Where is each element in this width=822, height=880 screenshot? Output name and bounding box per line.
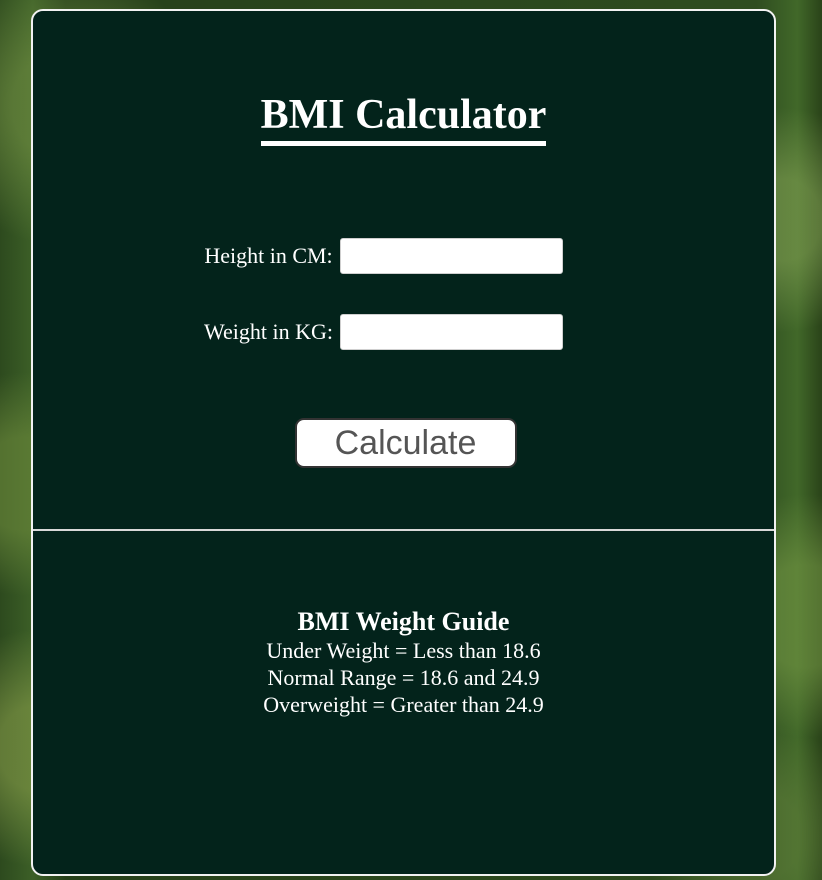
- weight-input[interactable]: [340, 314, 563, 350]
- guide-line-normal: Normal Range = 18.6 and 24.9: [267, 665, 540, 690]
- guide-title: BMI Weight Guide: [297, 607, 510, 636]
- weight-row: Weight in KG:: [33, 314, 774, 350]
- height-row: Height in CM:: [33, 238, 774, 274]
- bmi-calculator-card: BMI Calculator Height in CM: Weight in K…: [31, 9, 776, 876]
- button-wrap: Calculate: [33, 418, 774, 468]
- guide-line-underweight: Under Weight = Less than 18.6: [266, 638, 541, 663]
- bmi-guide: BMI Weight Guide Under Weight = Less tha…: [33, 607, 774, 718]
- page-title: BMI Calculator: [260, 91, 547, 146]
- height-input[interactable]: [339, 238, 563, 274]
- section-divider: [33, 529, 774, 531]
- guide-line-overweight: Overweight = Greater than 24.9: [263, 692, 544, 717]
- weight-label: Weight in KG:: [204, 319, 333, 344]
- height-label: Height in CM:: [204, 243, 333, 268]
- calculate-button[interactable]: Calculate: [294, 418, 517, 468]
- title-wrap: BMI Calculator: [33, 91, 774, 146]
